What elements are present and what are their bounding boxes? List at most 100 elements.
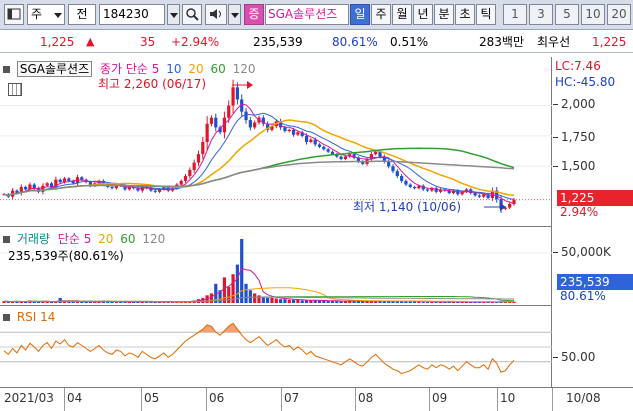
chart-toolbar: 주 전 184230 증 SGA솔루션즈 일 주 월 년 분 초 틱 1 3 5 10 20	[0, 0, 633, 30]
candle-body	[477, 195, 482, 197]
volume-bar	[287, 299, 291, 303]
price-ma-label: 종가 단순	[99, 62, 148, 76]
minute-tab-3[interactable]: 3	[529, 4, 553, 25]
date-label-08: 08	[358, 391, 374, 405]
price-chart-pane[interactable]: SGA솔루션즈 종가 단순 5 10 20 60 120 최고 2,260 (0…	[0, 57, 552, 227]
period-tab-4[interactable]: 분	[434, 4, 454, 25]
minute-tab-5[interactable]: 5	[555, 4, 579, 25]
grid-icon[interactable]	[8, 83, 22, 96]
volume-bar	[425, 301, 430, 303]
candle-body	[425, 189, 430, 191]
candle-body	[400, 176, 404, 181]
candle-body	[196, 154, 201, 163]
candle-body	[183, 176, 188, 181]
period-tab-1[interactable]: 주	[371, 4, 391, 25]
volume-bar	[300, 300, 304, 303]
price-axis: LC:7.46 HC:-45.80 2,000 1,750 1,500 1,22…	[552, 57, 633, 227]
candle-body	[205, 123, 209, 142]
jeon-button[interactable]: 전	[68, 4, 96, 25]
price-chart	[0, 79, 552, 213]
candle-body	[179, 180, 183, 185]
volume-bar	[227, 287, 231, 303]
current-price: 1,225	[40, 35, 75, 49]
lc-label: LC:7.46	[555, 59, 601, 73]
price-change: 35	[140, 35, 156, 49]
window-icon[interactable]	[4, 4, 24, 25]
volume-bar	[279, 299, 283, 303]
volume-bar	[296, 299, 300, 303]
period-tab-0[interactable]: 일	[350, 4, 370, 25]
volume-bar	[335, 301, 339, 303]
candle-body	[231, 87, 235, 106]
market-select[interactable]: 주	[27, 4, 65, 25]
volume-bar	[71, 301, 75, 303]
date-label-05: 05	[144, 391, 160, 405]
volume-tick-50000k: 50,000K	[553, 245, 611, 259]
speaker-dropdown-icon[interactable]	[228, 4, 241, 25]
volume-bar	[67, 301, 71, 303]
candle-body	[339, 156, 343, 160]
last-volume-tag: 235,539	[557, 274, 633, 290]
period-tab-3[interactable]: 년	[413, 4, 433, 25]
volume-info: 235,539주(80.61%)	[8, 249, 124, 263]
rsi-legend: RSI 14	[3, 310, 55, 324]
vma60-label: 60	[120, 232, 136, 246]
candle-body	[45, 183, 49, 186]
legend-square-icon	[3, 66, 10, 73]
volume-chart-pane[interactable]: 거래량 단순 5 20 60 120 235,539주(80.61%)	[0, 227, 552, 306]
speaker-button[interactable]	[205, 4, 227, 25]
vma5-label: 5	[83, 232, 92, 246]
candle-body	[244, 111, 248, 121]
price-change-pct: +2.94%	[171, 35, 220, 49]
price-tick-1500: 1,500	[552, 159, 596, 173]
candle-body	[508, 203, 512, 208]
volume-bar	[253, 293, 257, 303]
rsi-axis: 50.00	[552, 306, 633, 387]
volume-bar	[270, 297, 274, 303]
minute-tab-1[interactable]: 1	[503, 4, 527, 25]
candle-body	[387, 161, 391, 167]
candle-body	[80, 177, 84, 180]
ma20-line	[3, 119, 515, 197]
candle-body	[24, 186, 28, 190]
pref-price: 1,225	[592, 35, 627, 49]
trade-amount: 283백만	[479, 35, 524, 49]
date-label-04: 04	[67, 391, 83, 405]
jeung-button[interactable]: 증	[244, 4, 264, 25]
search-button[interactable]	[182, 4, 202, 25]
rsi-chart-pane[interactable]: RSI 14	[0, 306, 552, 387]
rsi-overbought-area	[4, 323, 514, 333]
stock-name-field[interactable]: SGA솔루션즈	[265, 4, 349, 25]
volume-bar	[209, 293, 214, 303]
date-label-06: 06	[209, 391, 225, 405]
volume-bar	[244, 283, 248, 303]
legend-square-icon	[3, 236, 10, 243]
candle-body	[322, 146, 326, 150]
period-tab-2[interactable]: 월	[392, 4, 412, 25]
date-label-10: 10	[500, 391, 516, 405]
volume-bar	[309, 300, 313, 303]
candle-body	[317, 144, 322, 147]
minute-tab-20[interactable]: 20	[607, 4, 631, 25]
candle-body	[201, 142, 205, 155]
up-arrow-icon: ▲	[86, 35, 95, 48]
candle-body	[32, 184, 36, 189]
speaker-icon	[210, 9, 221, 19]
quote-bar: 1,225 ▲ 35 +2.94% 235,539 80.61% 0.51% 2…	[0, 31, 633, 53]
volume-bar	[266, 297, 270, 303]
period-tab-5[interactable]: 초	[455, 4, 475, 25]
ma120-label: 120	[232, 62, 256, 76]
candle-body	[248, 120, 252, 128]
volume-bar	[235, 264, 239, 303]
volume-legend: 거래량 단순 5 20 60 120	[3, 230, 165, 247]
candle-body	[404, 180, 408, 185]
period-tab-6[interactable]: 틱	[476, 4, 496, 25]
rsi-pane-title: RSI 14	[16, 310, 56, 324]
candle-body	[408, 184, 412, 187]
candle-body	[283, 127, 287, 132]
stock-code-input[interactable]: 184230	[99, 4, 165, 25]
minute-tab-10[interactable]: 10	[581, 4, 605, 25]
date-label-right: 10/08	[566, 391, 601, 405]
code-dropdown-icon[interactable]	[167, 4, 180, 25]
rsi-tick-50: 50.00	[552, 350, 596, 364]
